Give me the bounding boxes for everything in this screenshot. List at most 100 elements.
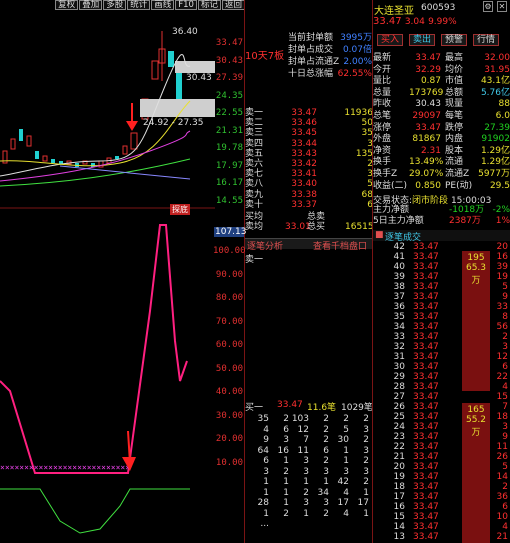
tick-price: 33.47 — [413, 252, 439, 262]
tick-time: 29 — [393, 372, 405, 382]
seal-label: 封单占流通Z — [288, 57, 340, 67]
quote-value2: 91902 — [481, 134, 510, 145]
quote-fields: 最新 33.47 最高 32.00 今开 32.29 均价 31.95 量比 0.87 市值 43.1… — [373, 53, 510, 193]
tick-volume: 11 — [496, 442, 508, 452]
quote-key2: 现量 — [445, 99, 464, 110]
tick-volume: 14 — [496, 472, 508, 482]
quote-key: 换手 — [373, 157, 392, 168]
full-depth-tab[interactable]: 查看千档盘口 — [313, 239, 367, 252]
queue-row: 28 1 3 3 17 17 — [249, 498, 373, 508]
toolbar-button[interactable]: 叠加 — [79, 0, 103, 10]
indicator-axis-tick: 60.00 — [215, 340, 243, 350]
trade-buttons: 买入 卖出 预警 行情 — [377, 34, 510, 47]
toolbar-button[interactable]: 统计 — [127, 0, 151, 10]
indicator-axis-tick: 70.00 — [215, 316, 243, 327]
bottom-badge: 探底 — [170, 204, 190, 215]
tick-volume: 2 — [502, 482, 508, 492]
quote-value2: 5977万 — [478, 169, 510, 179]
tick-volume: 8 — [502, 312, 508, 322]
seal-label: 当前封单额 — [288, 33, 334, 43]
net-pct: 1% — [495, 216, 510, 226]
orderbook-label: 卖一 — [245, 108, 264, 118]
quote-value2: 6.0 — [495, 111, 510, 121]
toolbar-button[interactable]: 标记 — [197, 0, 221, 10]
net-label: 5日主力净额 — [373, 216, 424, 226]
quote-row: 最新 33.47 最高 32.00 — [373, 53, 510, 63]
price-axis-tick: 21.31 — [215, 125, 243, 136]
queue-cell: ... — [260, 519, 269, 529]
candle — [19, 129, 23, 141]
tick-time: 17 — [393, 492, 405, 502]
quote-key2: 最高 — [445, 53, 464, 63]
quote-key: 收益(二) — [373, 180, 408, 191]
trade-button[interactable]: 行情 — [473, 34, 499, 46]
tick-volume: 12 — [496, 352, 508, 362]
orderbook-label: 卖七 — [245, 169, 264, 180]
tick-price: 33.47 — [413, 422, 439, 432]
tick-price: 33.47 — [413, 482, 439, 492]
quote-key: 净资 — [373, 145, 392, 156]
trade-button[interactable]: 卖出 — [409, 34, 435, 46]
tick-price: 33.47 — [413, 522, 439, 532]
quote-key: 换手Z — [373, 169, 398, 179]
toolbar-button[interactable]: 返回 — [221, 0, 245, 10]
quote-row: 总笔 29097 每笔 6.0 — [373, 111, 510, 121]
quote-row: 今开 32.29 均价 31.95 — [373, 65, 510, 75]
queue-cell: 1 — [303, 508, 309, 519]
buy1-ratio: 11.6笔 — [307, 403, 337, 413]
tick-volume: 9 — [502, 292, 508, 302]
queue-cell: 1 — [303, 477, 309, 487]
net-value: -1018万 — [449, 205, 485, 215]
tick-volume: 39 — [496, 262, 508, 272]
stock-pct: 9.99% — [428, 17, 457, 27]
orderbook-label: 卖六 — [245, 159, 264, 169]
quote-row: 收益(二) 0.850 PE(动) 29.5 — [373, 181, 510, 191]
tick-time: 35 — [393, 312, 405, 322]
close-icon[interactable]: ✕ — [497, 1, 507, 12]
price-axis-tick: 30.43 — [215, 55, 243, 66]
seal-value: 3995万 — [340, 33, 372, 43]
orderbook-volume: 3 — [367, 138, 373, 149]
tick-time: 42 — [393, 242, 405, 252]
tick-time: 21 — [393, 452, 405, 462]
toolbar-button[interactable]: 多股 — [103, 0, 127, 10]
tick-time: 28 — [393, 382, 405, 392]
toolbar-button[interactable]: F10 — [175, 0, 197, 10]
queue-row: 64 16 11 6 1 3 — [249, 446, 373, 456]
orderbook-label: 卖四 — [245, 138, 264, 149]
queue-cell: 3 — [323, 498, 329, 508]
settings-icon[interactable]: ⚙ — [483, 1, 493, 12]
price-axis-tick: 27.39 — [215, 73, 243, 83]
total-label: 总卖 — [307, 212, 326, 222]
quote-value: 173769 — [409, 87, 444, 98]
toolbar-button[interactable]: 复权 — [55, 0, 79, 10]
orderbook-volume: 3 — [367, 169, 373, 180]
quote-value2: 27.39 — [484, 122, 510, 133]
trade-button[interactable]: 买入 — [377, 34, 403, 46]
quote-value2: 1.29亿 — [480, 157, 510, 168]
tick-volume: 26 — [496, 452, 508, 462]
price-axis-tick: 14.55 — [215, 195, 243, 206]
trade-button[interactable]: 预警 — [441, 34, 467, 46]
buy1-row: 买一 33.47 11.6笔 1029笔 — [245, 400, 373, 413]
orderbook-label: 卖九 — [245, 189, 264, 200]
high-label: 36.40 — [172, 27, 198, 37]
queue-cell: 2 — [303, 487, 309, 498]
tick-price: 33.47 — [413, 312, 439, 322]
quote-value: 33.47 — [415, 122, 441, 133]
orderbook-volume: 135 — [355, 148, 373, 159]
orderbook-volume: 11936 — [344, 108, 373, 118]
queue-cell: 2 — [363, 477, 369, 487]
tick-price: 33.47 — [413, 512, 439, 522]
queue-cell: 2 — [363, 435, 369, 445]
analysis-tab[interactable]: 逐笔分析 — [247, 239, 283, 252]
board-tag: 10天7板 — [245, 51, 285, 62]
candle — [26, 135, 32, 147]
orderbook-row: 卖七 33.41 3 — [245, 169, 373, 179]
toolbar-button[interactable]: 画线 — [151, 0, 175, 10]
orderbook-price: 33.43 — [291, 148, 317, 159]
analysis-bar: 逐笔分析 查看千档盘口 — [245, 238, 373, 252]
candle — [176, 73, 182, 99]
indicator-axis-tick: 90.00 — [215, 269, 243, 280]
orderbook-price: 33.37 — [291, 199, 317, 210]
